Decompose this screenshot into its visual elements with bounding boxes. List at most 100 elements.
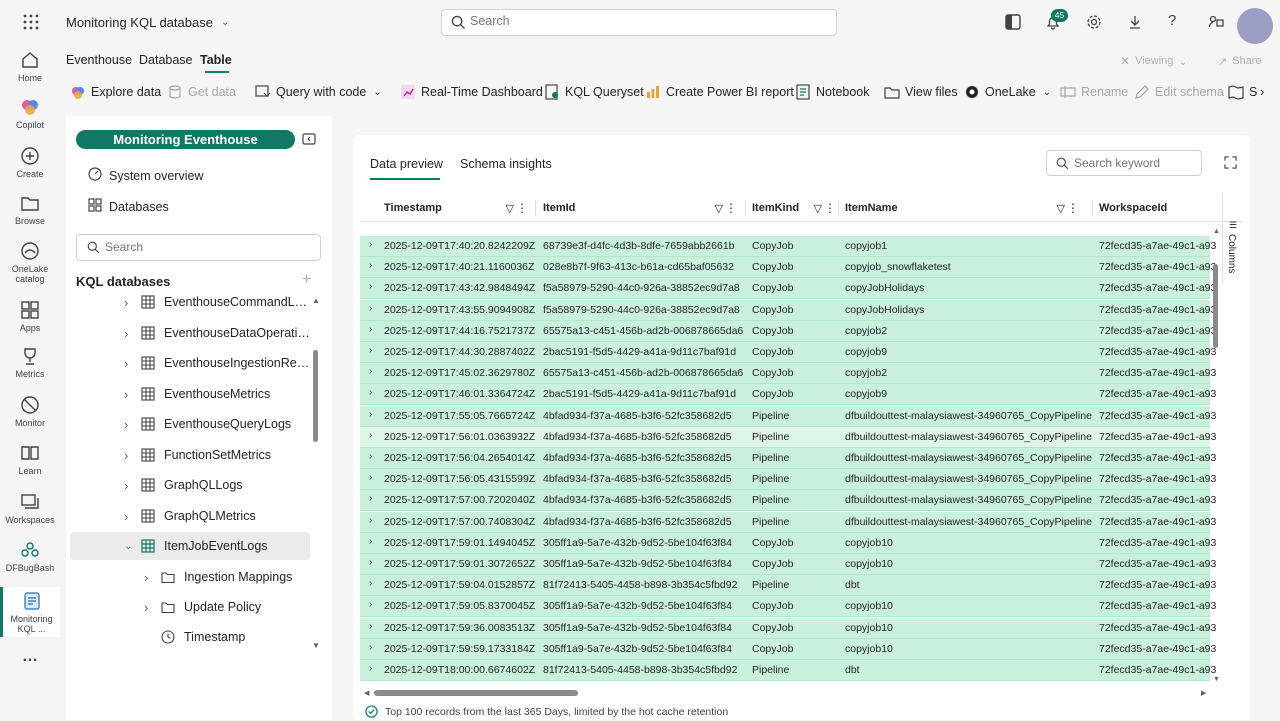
- table-row[interactable]: › 2025-12-09T17:44:30.2887402Z 2bac5191-f5…: [360, 342, 1216, 363]
- chevron-right-icon[interactable]: ›: [124, 326, 128, 341]
- toolbar-scroll-right-icon[interactable]: ›: [1260, 84, 1264, 99]
- column-header-itemid[interactable]: ItemId ▽ ⋮: [543, 194, 743, 222]
- column-menu-icon[interactable]: ⋮: [725, 201, 737, 215]
- expand-row-icon[interactable]: ›: [369, 345, 372, 356]
- filter-icon[interactable]: ▽: [1057, 202, 1065, 215]
- toolbar-edit-schema-button[interactable]: Edit schema: [1134, 84, 1224, 100]
- toolbar-onelake-button[interactable]: OneLake ⌄: [964, 84, 1051, 100]
- expand-row-icon[interactable]: ›: [369, 621, 372, 632]
- tab-database[interactable]: Database: [139, 53, 193, 67]
- table-row[interactable]: › 2025-12-09T17:40:21.1160036Z 028e8b7f-9f…: [360, 257, 1216, 279]
- table-row[interactable]: › 2025-12-09T17:45:02.3629780Z 65575a13-c4…: [360, 363, 1216, 385]
- expand-row-icon[interactable]: ›: [369, 409, 372, 420]
- grid-horizontal-scrollbar[interactable]: [374, 690, 578, 696]
- chevron-right-icon[interactable]: ›: [124, 417, 128, 432]
- toolbar-explore-data-button[interactable]: Explore data: [70, 84, 161, 100]
- table-row[interactable]: › 2025-12-09T17:59:59.1733184Z 305ff1a9-5a…: [360, 638, 1216, 660]
- scroll-up-icon[interactable]: ▲: [312, 296, 320, 305]
- system-overview-link[interactable]: System overview: [88, 167, 203, 184]
- add-icon[interactable]: +: [302, 271, 311, 289]
- expand-row-icon[interactable]: ›: [369, 493, 372, 504]
- rail-item-apps[interactable]: Apps: [0, 300, 60, 333]
- columns-side-panel[interactable]: ☰ Columns: [1222, 194, 1242, 284]
- tree-item-eventhouseingestionresu[interactable]: › EventhouseIngestionResu...: [66, 349, 316, 377]
- explorer-search-input[interactable]: [105, 240, 305, 254]
- table-row[interactable]: › 2025-12-09T17:57:00.7202040Z 4bfad934-f3…: [360, 490, 1216, 512]
- share-button[interactable]: ↗ Share: [1218, 50, 1278, 72]
- tree-item-eventhousemetrics[interactable]: › EventhouseMetrics: [66, 380, 316, 408]
- expand-row-icon[interactable]: ›: [369, 536, 372, 547]
- toolbar-notebook-button[interactable]: Notebook: [795, 84, 870, 100]
- tree-item-graphqlmetrics[interactable]: › GraphQLMetrics: [66, 502, 316, 530]
- chevron-right-icon[interactable]: ›: [124, 448, 128, 463]
- chevron-right-icon[interactable]: ›: [124, 295, 128, 310]
- expand-row-icon[interactable]: ›: [369, 557, 372, 568]
- chevron-right-icon[interactable]: ›: [124, 478, 128, 493]
- chevron-right-icon[interactable]: ›: [144, 600, 148, 615]
- explorer-search[interactable]: [76, 234, 321, 261]
- rail-item-onelake-catalog[interactable]: OneLake catalog: [0, 241, 60, 284]
- toolbar-get-data-button[interactable]: Get data: [167, 84, 236, 100]
- rail-item-workspaces[interactable]: Workspaces: [0, 492, 60, 525]
- column-header-workspaceid[interactable]: WorkspaceId: [1099, 194, 1219, 222]
- tree-item-timestamp[interactable]: Timestamp: [66, 623, 316, 651]
- rail-item-monitor[interactable]: Monitor: [0, 395, 60, 428]
- table-row[interactable]: › 2025-12-09T17:55:05.7665724Z 4bfad934-f3…: [360, 405, 1216, 427]
- table-row[interactable]: › 2025-12-09T17:59:04.0152857Z 81f72413-54…: [360, 575, 1216, 597]
- toolbar-create-power-bi-report-button[interactable]: Create Power BI report: [645, 84, 794, 100]
- table-row[interactable]: › 2025-12-09T17:59:05.8370045Z 305ff1a9-5a…: [360, 596, 1216, 618]
- expand-row-icon[interactable]: ›: [369, 366, 372, 377]
- column-header-timestamp[interactable]: Timestamp ▽ ⋮: [384, 194, 534, 222]
- avatar[interactable]: [1237, 8, 1273, 44]
- tree-item-functionsetmetrics[interactable]: › FunctionSetMetrics: [66, 441, 316, 469]
- tab-schema-insights[interactable]: Schema insights: [460, 157, 552, 171]
- table-row[interactable]: › 2025-12-09T17:56:05.4315599Z 4bfad934-f3…: [360, 469, 1216, 491]
- table-row[interactable]: › 2025-12-09T17:43:42.9848494Z f5a58979-52…: [360, 278, 1216, 300]
- grid-scroll-down-icon[interactable]: ▼: [1213, 676, 1220, 683]
- global-search-input[interactable]: [470, 14, 820, 28]
- toolbar-real-time-dashboard-button[interactable]: Real-Time Dashboard: [400, 84, 543, 100]
- chevron-right-icon[interactable]: ›: [144, 570, 148, 585]
- tree-item-graphqllogs[interactable]: › GraphQLLogs: [66, 471, 316, 499]
- grid-scroll-left-icon[interactable]: ◀: [364, 689, 369, 697]
- scroll-down-icon[interactable]: ▼: [312, 641, 320, 650]
- settings-gear-icon[interactable]: [1086, 14, 1102, 33]
- expand-row-icon[interactable]: ›: [369, 430, 372, 441]
- expand-row-icon[interactable]: ›: [369, 303, 372, 314]
- toolbar-query-with-code-button[interactable]: Query with code ⌄: [255, 84, 382, 100]
- app-launcher-icon[interactable]: [22, 13, 40, 34]
- table-row[interactable]: › 2025-12-09T17:56:01.0363932Z 4bfad934-f3…: [360, 426, 1216, 448]
- table-row[interactable]: › 2025-12-09T17:43:55.9094908Z f5a58979-52…: [360, 299, 1216, 321]
- toolbar-view-files-button[interactable]: View files: [884, 84, 958, 100]
- rail-item-create[interactable]: Create: [0, 146, 60, 179]
- tree-scrollbar[interactable]: [313, 350, 318, 442]
- expand-row-icon[interactable]: ›: [369, 281, 372, 292]
- expand-icon[interactable]: [1224, 156, 1237, 172]
- table-row[interactable]: › 2025-12-09T17:59:01.1494045Z 305ff1a9-5a…: [360, 532, 1216, 554]
- keyword-search[interactable]: [1046, 150, 1202, 176]
- expand-row-icon[interactable]: ›: [369, 451, 372, 462]
- viewing-button[interactable]: ✕ Viewing ⌄: [1120, 50, 1208, 72]
- toolbar-kql-queryset-button[interactable]: KQL Queryset: [544, 84, 644, 100]
- expand-row-icon[interactable]: ›: [369, 472, 372, 483]
- expand-row-icon[interactable]: ›: [369, 387, 372, 398]
- grid-scroll-right-icon[interactable]: ▶: [1201, 689, 1206, 697]
- databases-link[interactable]: Databases: [88, 198, 169, 215]
- expand-row-icon[interactable]: ›: [369, 599, 372, 610]
- chevron-right-icon[interactable]: ›: [124, 509, 128, 524]
- help-icon[interactable]: ?: [1168, 12, 1176, 29]
- table-row[interactable]: › 2025-12-09T17:46:01.3364724Z 2bac5191-f5…: [360, 384, 1216, 406]
- expand-row-icon[interactable]: ›: [369, 239, 372, 250]
- table-row[interactable]: › 2025-12-09T17:44:16.7521737Z 65575a13-c4…: [360, 320, 1216, 342]
- tree-item-update-policy[interactable]: › Update Policy: [66, 593, 316, 621]
- tree-item-itemjobeventlogs[interactable]: ⌄ ItemJobEventLogs: [70, 532, 310, 560]
- chevron-right-icon[interactable]: ›: [124, 387, 128, 402]
- panel-toggle-icon[interactable]: [1005, 14, 1021, 33]
- tab-eventhouse[interactable]: Eventhouse: [66, 53, 132, 67]
- rail-item-learn[interactable]: Learn: [0, 443, 60, 476]
- filter-icon[interactable]: ▽: [715, 202, 723, 215]
- tree-item-ingestion-mappings[interactable]: › Ingestion Mappings: [66, 563, 316, 591]
- column-menu-icon[interactable]: ⋮: [516, 201, 528, 215]
- column-header-itemkind[interactable]: ItemKind ▽ ⋮: [752, 194, 842, 222]
- grid-vertical-scrollbar[interactable]: [1213, 264, 1218, 348]
